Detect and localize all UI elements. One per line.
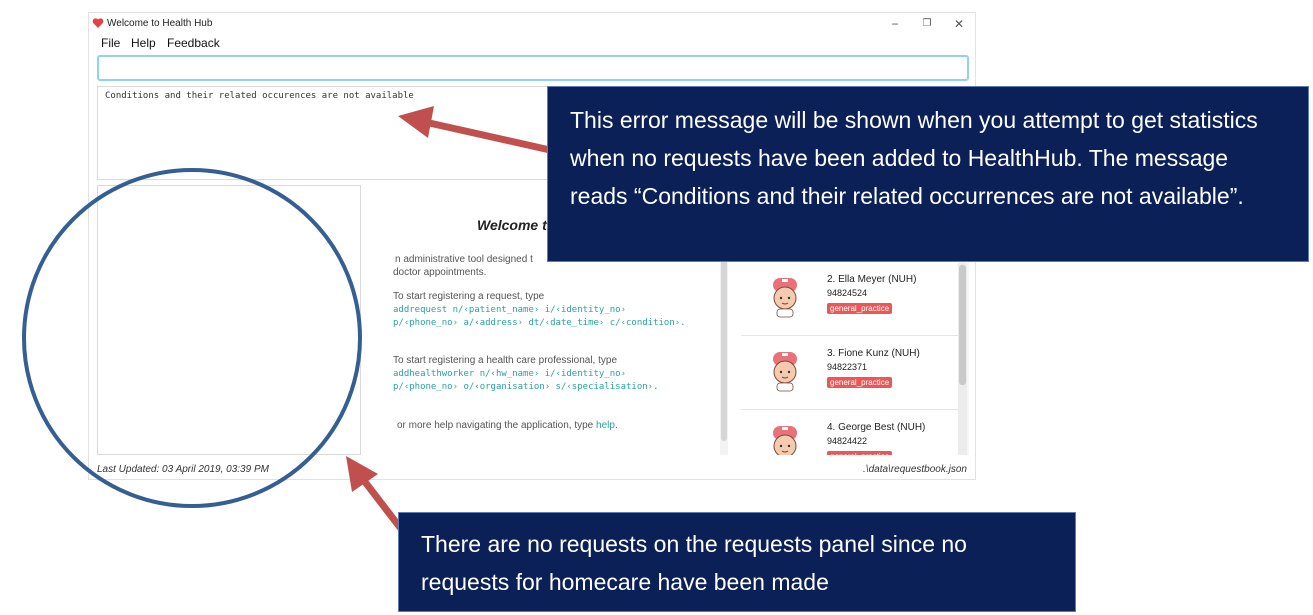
heart-icon bbox=[92, 18, 104, 28]
error-message-callout: This error message will be shown when yo… bbox=[547, 86, 1309, 262]
title-bar: Welcome to Health Hub − ❐ ✕ bbox=[89, 13, 975, 35]
worker-list-scrollbar[interactable] bbox=[958, 263, 967, 455]
close-button[interactable]: ✕ bbox=[945, 15, 973, 33]
worker-list-scrollbar-thumb[interactable] bbox=[959, 265, 966, 385]
worker-command-1: addhealthworker n/‹hw_name› i/‹identity_… bbox=[393, 369, 626, 379]
worker-phone: 94822371 bbox=[827, 362, 868, 372]
menu-help[interactable]: Help bbox=[131, 35, 156, 51]
last-updated-status: Last Updated: 03 April 2019, 03:39 PM bbox=[97, 464, 269, 475]
worker-command-2: p/‹phone_no› o/‹organisation› s/‹special… bbox=[393, 382, 659, 392]
window-title: Welcome to Health Hub bbox=[107, 18, 213, 29]
request-command-1: addrequest n/‹patient_name› i/‹identity_… bbox=[393, 305, 626, 315]
minimize-button[interactable]: − bbox=[881, 15, 909, 33]
help-command: help bbox=[596, 420, 615, 431]
health-worker-card[interactable]: 3. Fione Kunz (NUH) 94822371 general_pra… bbox=[741, 336, 958, 410]
intro-text-2: doctor appointments. bbox=[393, 267, 487, 278]
request-list-panel[interactable] bbox=[97, 185, 361, 455]
nurse-avatar-icon bbox=[773, 278, 797, 318]
nurse-avatar-icon bbox=[773, 352, 797, 392]
nurse-avatar-icon bbox=[773, 426, 797, 455]
specialisation-tag: general_practice bbox=[827, 451, 893, 455]
menu-file[interactable]: File bbox=[101, 35, 120, 51]
worker-name: 4. George Best (NUH) bbox=[827, 422, 926, 433]
specialisation-tag: general_practice bbox=[827, 377, 893, 388]
welcome-title: Welcome to bbox=[477, 217, 556, 233]
command-input[interactable] bbox=[97, 55, 969, 81]
result-message: Conditions and their related occurences … bbox=[105, 91, 414, 101]
request-command-2: p/‹phone_no› a/‹address› dt/‹date_time› … bbox=[393, 318, 686, 328]
worker-phone: 94824524 bbox=[827, 288, 868, 298]
worker-name: 2. Ella Meyer (NUH) bbox=[827, 274, 917, 285]
help-text: or more help navigating the application,… bbox=[397, 420, 618, 431]
maximize-button[interactable]: ❐ bbox=[913, 15, 941, 33]
worker-intro: To start registering a health care profe… bbox=[393, 355, 618, 366]
specialisation-tag: general_practice bbox=[827, 303, 893, 314]
intro-text-1: n administrative tool designed t bbox=[395, 254, 533, 265]
menu-feedback[interactable]: Feedback bbox=[167, 35, 220, 51]
file-path-status: .\data\requestbook.json bbox=[863, 464, 967, 475]
worker-phone: 94824422 bbox=[827, 436, 868, 446]
worker-name: 3. Fione Kunz (NUH) bbox=[827, 348, 920, 359]
health-worker-card[interactable]: 2. Ella Meyer (NUH) 94824524 general_pra… bbox=[741, 262, 958, 336]
health-worker-card[interactable]: 4. George Best (NUH) 94824422 general_pr… bbox=[741, 410, 958, 455]
request-intro: To start registering a request, type bbox=[393, 291, 545, 302]
menu-bar: File Help Feedback bbox=[89, 35, 975, 53]
help-prefix: or more help navigating the application,… bbox=[397, 420, 594, 431]
empty-panel-callout: There are no requests on the requests pa… bbox=[398, 512, 1076, 612]
